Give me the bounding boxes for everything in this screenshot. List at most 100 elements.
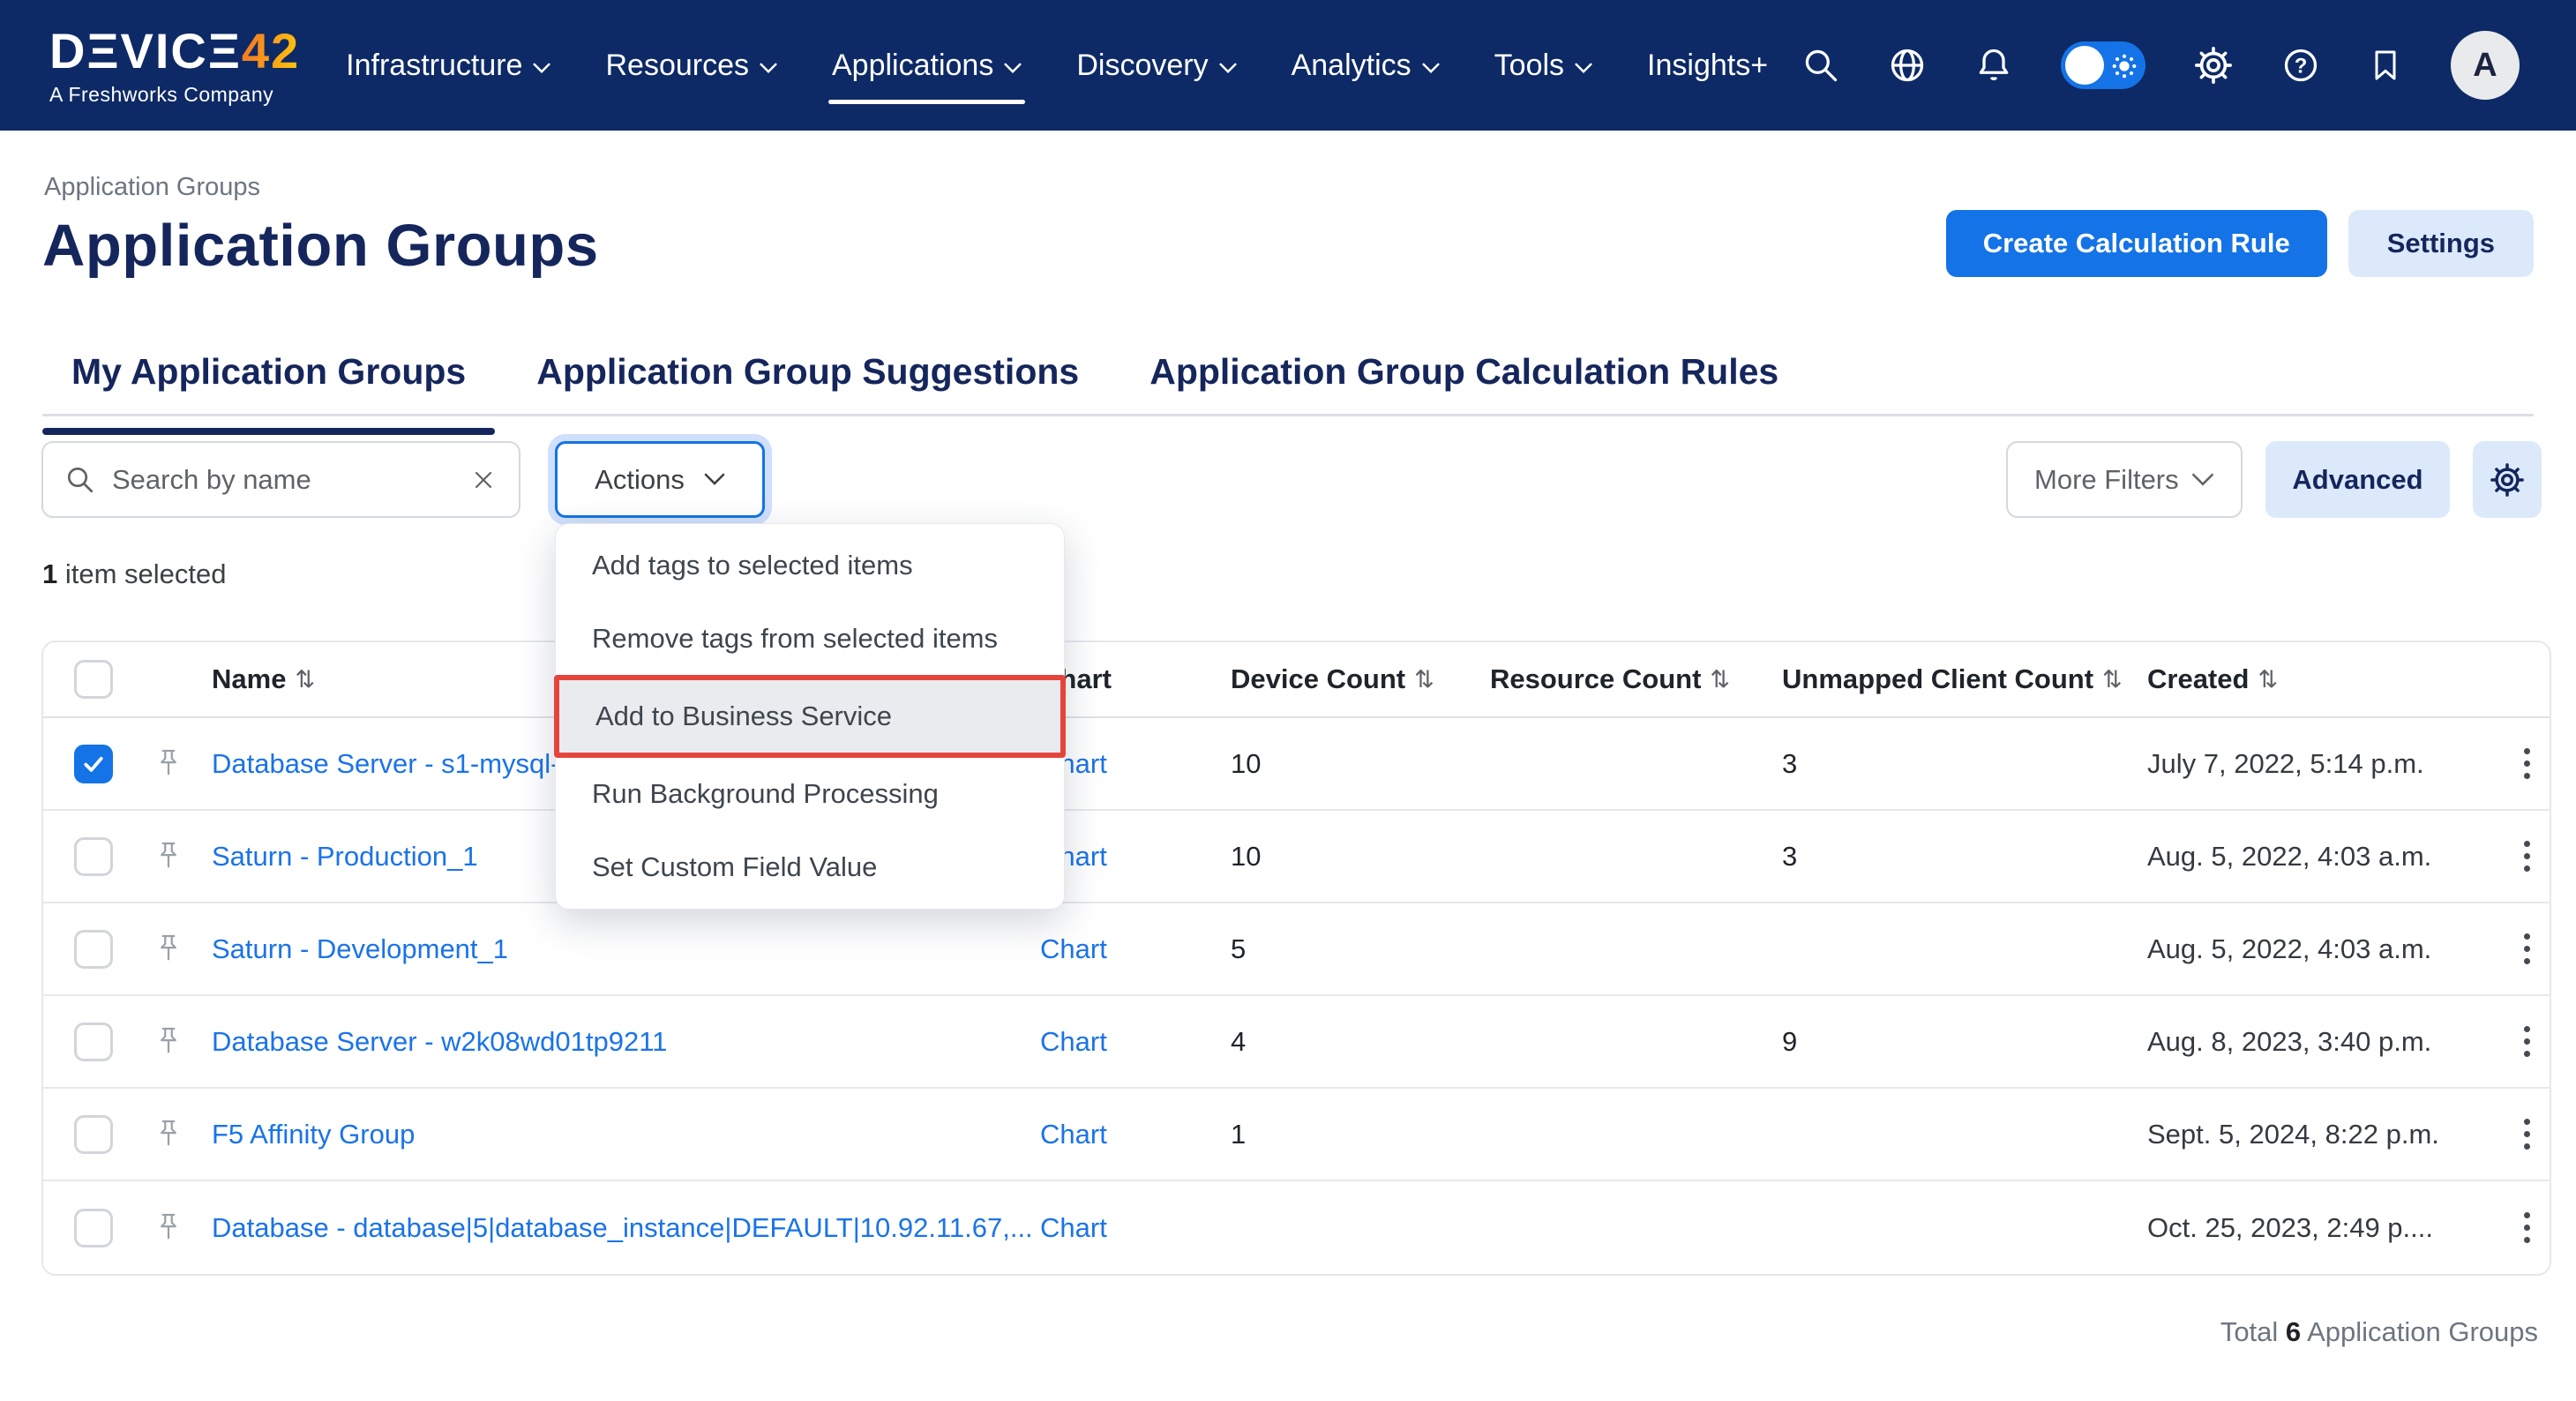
row-actions-kebab[interactable] — [2504, 1212, 2550, 1243]
row-chart-link[interactable]: Chart — [1040, 933, 1231, 965]
row-checkbox[interactable] — [74, 837, 113, 876]
row-actions-kebab[interactable] — [2504, 1026, 2550, 1057]
chevron-down-icon — [1422, 63, 1440, 74]
device42-logo[interactable]: DΞVICΞ42 A Freshworks Company — [49, 26, 300, 105]
user-avatar[interactable]: A — [2451, 31, 2520, 100]
nav-item-label: Resources — [605, 49, 749, 83]
nav-item-applications[interactable]: Applications — [832, 0, 1022, 131]
nav-item-insights-[interactable]: Insights+ — [1647, 0, 1768, 131]
nav-item-label: Applications — [832, 49, 993, 83]
sort-icon[interactable]: ⇅ — [2258, 666, 2278, 693]
nav-item-label: Analytics — [1292, 49, 1412, 83]
nav-item-resources[interactable]: Resources — [605, 0, 777, 131]
tab-my-application-groups[interactable]: My Application Groups — [42, 351, 495, 433]
sort-icon[interactable]: ⇅ — [1710, 666, 1730, 693]
nav-item-tools[interactable]: Tools — [1494, 0, 1592, 131]
pin-icon — [155, 1117, 182, 1152]
check-icon — [80, 751, 107, 777]
search-icon[interactable] — [1801, 46, 1840, 85]
table-row: Saturn - Production_1Chart103Aug. 5, 202… — [43, 811, 2550, 903]
row-created: Aug. 8, 2023, 3:40 p.m. — [2147, 1026, 2504, 1058]
sort-icon[interactable]: ⇅ — [1414, 666, 1434, 693]
tab-bar: My Application GroupsApplication Group S… — [42, 351, 1808, 433]
row-checkbox-checked[interactable] — [74, 745, 113, 783]
pin-icon-button[interactable] — [155, 1024, 212, 1060]
page-title: Application Groups — [42, 212, 599, 280]
row-checkbox[interactable] — [74, 1023, 113, 1061]
logo-42: 42 — [242, 23, 300, 79]
advanced-button[interactable]: Advanced — [2265, 441, 2450, 518]
row-created: Oct. 25, 2023, 2:49 p.... — [2147, 1212, 2504, 1244]
row-chart-link[interactable]: Chart — [1040, 1212, 1231, 1244]
pin-icon-button[interactable] — [155, 1210, 212, 1246]
nav-item-label: Infrastructure — [346, 49, 522, 83]
row-actions-kebab[interactable] — [2504, 841, 2550, 872]
settings-button[interactable]: Settings — [2348, 210, 2534, 277]
row-chart-link[interactable]: Chart — [1040, 1026, 1231, 1058]
sort-icon[interactable]: ⇅ — [2102, 666, 2123, 693]
nav-item-label: Insights+ — [1647, 49, 1768, 83]
nav-item-discovery[interactable]: Discovery — [1076, 0, 1236, 131]
row-checkbox[interactable] — [74, 660, 113, 699]
chevron-down-icon — [1004, 63, 1022, 74]
chevron-down-icon — [1575, 63, 1592, 74]
menu-item-add-to-business-service[interactable]: Add to Business Service — [554, 675, 1066, 758]
pin-icon-button[interactable] — [155, 746, 212, 782]
row-checkbox[interactable] — [74, 1209, 113, 1247]
help-icon[interactable]: ? — [2281, 46, 2320, 85]
pin-icon — [155, 1024, 182, 1060]
nav-item-infrastructure[interactable]: Infrastructure — [346, 0, 550, 131]
menu-item-set-custom-field-value[interactable]: Set Custom Field Value — [556, 831, 1064, 903]
row-chart-link[interactable]: Chart — [1040, 841, 1231, 873]
more-filters-dropdown[interactable]: More Filters — [2006, 441, 2243, 518]
nav-item-label: Discovery — [1076, 49, 1208, 83]
globe-icon[interactable] — [1888, 46, 1927, 85]
row-chart-link[interactable]: Chart — [1040, 1119, 1231, 1150]
pin-icon-button[interactable] — [155, 932, 212, 967]
row-name-link[interactable]: Saturn - Development_1 — [212, 933, 1040, 965]
theme-toggle[interactable] — [2061, 41, 2145, 89]
row-created: Sept. 5, 2024, 8:22 p.m. — [2147, 1119, 2504, 1150]
pin-icon-button[interactable] — [155, 1117, 212, 1152]
pin-icon-button[interactable] — [155, 839, 212, 874]
row-unmapped-client-count: 3 — [1782, 748, 2147, 780]
chevron-down-icon — [704, 473, 725, 486]
column-header-label: Unmapped Client Count — [1782, 663, 2093, 695]
sort-icon[interactable]: ⇅ — [295, 666, 315, 693]
notifications-bell-icon[interactable] — [1974, 46, 2013, 85]
menu-item-remove-tags-from-selected-items[interactable]: Remove tags from selected items — [556, 602, 1064, 674]
column-header-resource-count[interactable]: Resource Count⇅ — [1490, 663, 1782, 695]
actions-dropdown-button[interactable]: Actions — [555, 441, 765, 518]
chevron-down-icon — [1422, 63, 1440, 74]
row-device-count: 10 — [1231, 748, 1490, 780]
clear-search-icon[interactable] — [469, 466, 498, 494]
tab-application-group-calculation-rules[interactable]: Application Group Calculation Rules — [1120, 351, 1808, 433]
bookmark-icon[interactable] — [2368, 46, 2403, 85]
search-input[interactable] — [112, 464, 469, 496]
search-box[interactable] — [41, 441, 520, 518]
table-row: Database - database|5|database_instance|… — [43, 1181, 2550, 1274]
column-header-device-count[interactable]: Device Count⇅ — [1231, 663, 1490, 695]
table-settings-button[interactable] — [2473, 441, 2542, 518]
row-name-link[interactable]: Database - database|5|database_instance|… — [212, 1212, 1040, 1244]
column-header-chart[interactable]: Chart — [1040, 663, 1231, 695]
row-name-link[interactable]: Database Server - w2k08wd01tp9211 — [212, 1026, 1040, 1058]
menu-item-run-background-processing[interactable]: Run Background Processing — [556, 758, 1064, 830]
row-name-link[interactable]: F5 Affinity Group — [212, 1119, 1040, 1150]
create-calculation-rule-button[interactable]: Create Calculation Rule — [1946, 210, 2327, 277]
row-actions-kebab[interactable] — [2504, 748, 2550, 779]
tab-application-group-suggestions[interactable]: Application Group Suggestions — [507, 351, 1108, 433]
column-header-created[interactable]: Created⇅ — [2147, 663, 2504, 695]
row-checkbox[interactable] — [74, 930, 113, 969]
nav-item-analytics[interactable]: Analytics — [1292, 0, 1440, 131]
menu-item-add-tags-to-selected-items[interactable]: Add tags to selected items — [556, 529, 1064, 602]
logo-subtitle: A Freshworks Company — [49, 85, 300, 105]
row-actions-kebab[interactable] — [2504, 933, 2550, 964]
chevron-down-icon — [533, 63, 550, 74]
selection-status: 1 item selected — [42, 558, 227, 590]
row-actions-kebab[interactable] — [2504, 1119, 2550, 1150]
column-header-unmapped-client-count[interactable]: Unmapped Client Count ⇅ — [1782, 663, 2147, 695]
gear-icon[interactable] — [2193, 45, 2234, 86]
row-chart-link[interactable]: Chart — [1040, 748, 1231, 780]
row-checkbox[interactable] — [74, 1115, 113, 1154]
